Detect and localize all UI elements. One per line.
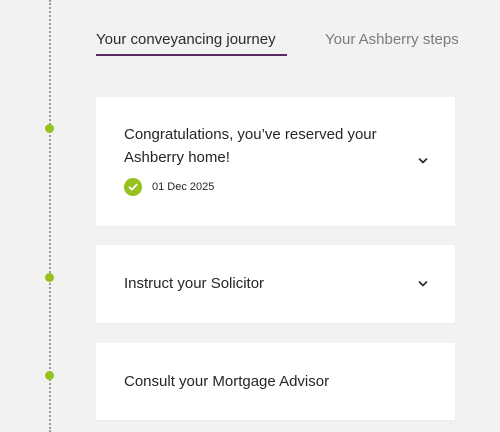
timeline-dot-step-1 bbox=[45, 124, 54, 133]
step-status: 01 Dec 2025 bbox=[124, 178, 214, 196]
tab-ashberry-steps-label: Your Ashberry steps bbox=[325, 31, 459, 48]
step-completed-date: 01 Dec 2025 bbox=[152, 181, 215, 193]
check-icon bbox=[124, 178, 142, 196]
step-card-mortgage-advisor[interactable]: Consult your Mortgage Advisor bbox=[96, 343, 455, 420]
step-card-reserved[interactable]: Congratulations, you’ve reserved your As… bbox=[96, 97, 455, 226]
journey-tabs: Your conveyancing journey Your Ashberry … bbox=[96, 30, 496, 56]
step-card-solicitor[interactable]: Instruct your Solicitor bbox=[96, 245, 455, 323]
timeline-line bbox=[49, 0, 51, 432]
step-title-line-2: Ashberry home! bbox=[124, 149, 230, 166]
timeline-dot-step-3 bbox=[45, 371, 54, 380]
step-title: Consult your Mortgage Advisor bbox=[124, 373, 330, 390]
step-title: Congratulations, you’ve reserved your As… bbox=[124, 123, 377, 169]
step-title: Instruct your Solicitor bbox=[124, 275, 265, 292]
active-tab-underline bbox=[96, 54, 287, 56]
chevron-down-icon[interactable] bbox=[417, 155, 429, 167]
step-title-line-1: Congratulations, you’ve reserved your bbox=[124, 126, 377, 143]
page: Your conveyancing journey Your Ashberry … bbox=[0, 0, 500, 432]
chevron-down-icon[interactable] bbox=[417, 278, 429, 290]
timeline-dot-step-2 bbox=[45, 273, 54, 282]
tab-ashberry-steps[interactable]: Your Ashberry steps bbox=[325, 30, 459, 50]
tab-conveyancing-journey-label: Your conveyancing journey bbox=[96, 31, 276, 48]
tab-conveyancing-journey[interactable]: Your conveyancing journey bbox=[96, 30, 276, 50]
